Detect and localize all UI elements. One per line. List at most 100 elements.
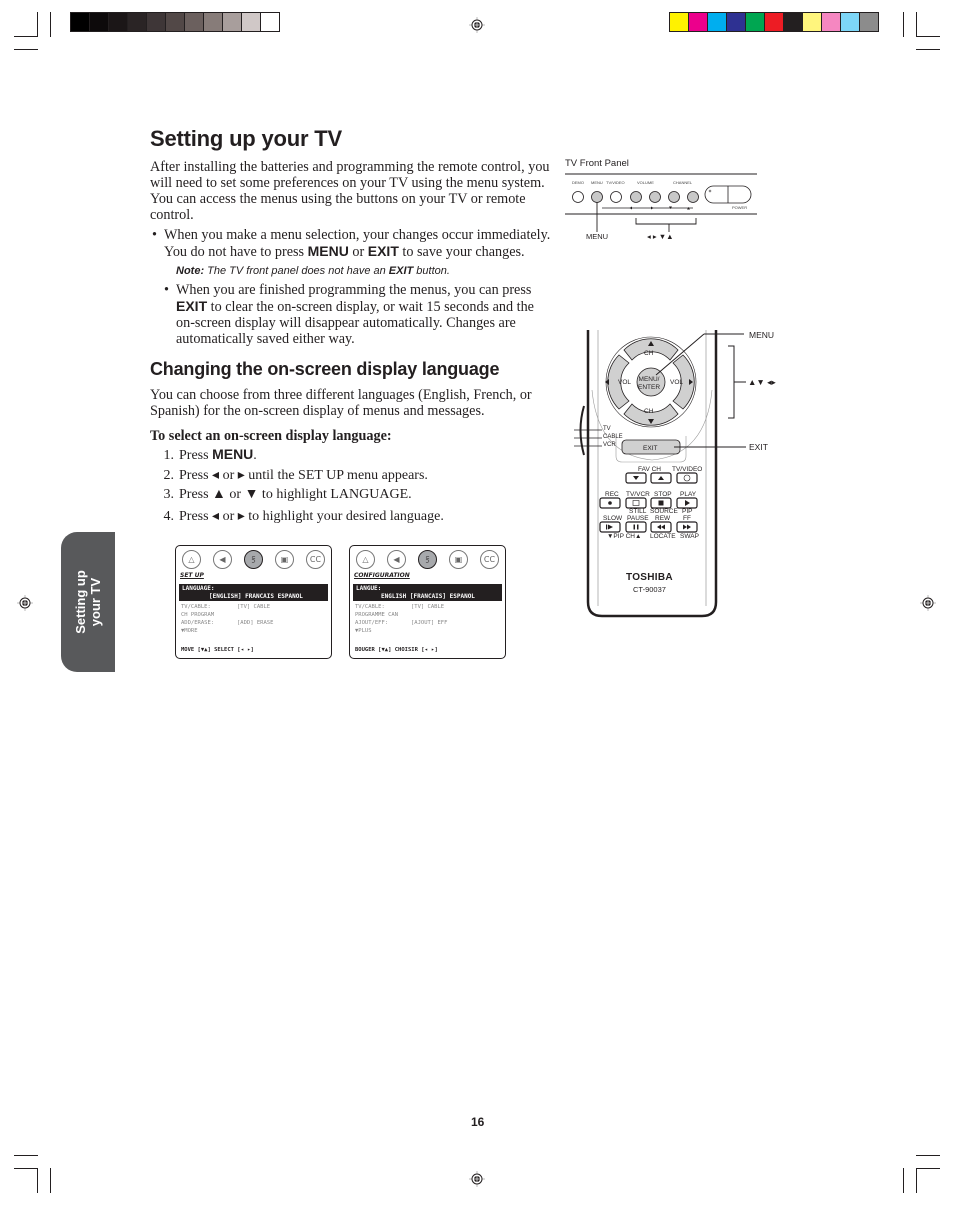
- front-panel-title: TV Front Panel: [565, 158, 629, 169]
- color-swatch: [223, 13, 242, 31]
- osd-row: ADD/ERASE: [ADD] ERASE: [181, 620, 274, 626]
- mode-tv-label: TV: [603, 426, 611, 432]
- color-swatch: [822, 13, 841, 31]
- crop-mark: [916, 1168, 940, 1169]
- source-label: SOURCE: [650, 508, 678, 515]
- tv-video-button: [610, 191, 622, 203]
- stop-label: STOP: [654, 491, 672, 498]
- registration-mark-icon: [920, 595, 936, 611]
- registration-mark-icon: [469, 17, 485, 33]
- osd-row: PROGRAMME CAN: [355, 612, 399, 618]
- color-swatch: [708, 13, 727, 31]
- remote-exit-callout: EXIT: [749, 442, 768, 452]
- swap-label: SWAP: [680, 533, 699, 540]
- osd-row: TV/CABLE: [TV] CABLE: [181, 604, 271, 610]
- ch-down-label: CH: [644, 408, 654, 415]
- ff-label: FF: [683, 515, 691, 522]
- color-swatch: [765, 13, 784, 31]
- rec-label: REC: [605, 491, 619, 498]
- osd-row: ▼PLUS: [355, 628, 372, 634]
- tv-video-label: TV/VIDEO: [606, 180, 625, 185]
- power-label: POWER: [732, 205, 748, 210]
- pip-ch-label: ▼PIP CH▲: [607, 533, 642, 540]
- slow-label: SLOW: [603, 515, 623, 522]
- crop-mark: [14, 49, 38, 50]
- color-swatch: [71, 13, 90, 31]
- vol-down-label: VOL: [618, 379, 632, 386]
- exit-key: EXIT: [367, 243, 399, 259]
- crop-mark: [50, 1168, 51, 1193]
- osd-row: ▼MORE: [181, 628, 198, 634]
- mode-cable-label: CABLE: [603, 434, 623, 440]
- step-3: 3. Press ▲ or ▼ to highlight LANGUAGE.: [163, 487, 412, 502]
- vol-up-label: VOL: [670, 379, 684, 386]
- osd-language-row: LANGUAGE: [ENGLISH] FRANCAIS ESPANOL: [179, 584, 328, 601]
- color-swatch: [727, 13, 746, 31]
- pip-label: PIP: [682, 508, 693, 515]
- bullet: •: [152, 227, 157, 243]
- osd-icon-row: △ ◀ ⫓ ▣ CC: [182, 550, 325, 569]
- color-swatch: [242, 13, 261, 31]
- pause-label: PAUSE: [627, 515, 649, 522]
- section-tab-label: Setting up your TV: [73, 570, 104, 634]
- color-swatch: [185, 13, 204, 31]
- fav-ch-label: FAV CH: [638, 466, 661, 473]
- crop-mark: [14, 1168, 38, 1169]
- section-intro: You can choose from three different lang…: [150, 387, 532, 419]
- osd-menu-title: SET UP: [180, 572, 204, 579]
- crop-mark: [14, 1155, 38, 1156]
- theater-icon: ▣: [449, 550, 468, 569]
- still-label: STILL: [629, 508, 647, 515]
- demo-label: DEMO: [572, 180, 584, 185]
- model-number: CT-90037: [633, 585, 666, 594]
- setup-icon: ⫓: [244, 550, 263, 569]
- osd-setup-english: △ ◀ ⫓ ▣ CC SET UP LANGUAGE: [ENGLISH] FR…: [175, 545, 332, 659]
- picture-icon: △: [356, 550, 375, 569]
- menu-enter-label: MENU/ENTER: [638, 376, 661, 391]
- front-panel-arrows-callout: ◂ ▸ ▼▲: [647, 232, 674, 241]
- osd-language-row: LANGUE: ENGLISH [FRANCAIS] ESPANOL: [353, 584, 502, 601]
- bullet: •: [164, 282, 169, 298]
- osd-setup-french: △ ◀ ⫓ ▣ CC CONFIGURATION LANGUE: ENGLISH…: [349, 545, 506, 659]
- color-swatch: [746, 13, 765, 31]
- crop-mark: [903, 12, 904, 37]
- tv-vcr-label: TV/VCR: [626, 491, 650, 498]
- color-swatch: [261, 13, 279, 31]
- remote-arrows-callout: ▲▼ ◂▸: [748, 377, 776, 387]
- crop-mark: [903, 1168, 904, 1193]
- color-swatch: [204, 13, 223, 31]
- color-swatch: [689, 13, 708, 31]
- intro-paragraph: After installing the batteries and progr…: [150, 159, 550, 223]
- step-1: 1. Press MENU.: [163, 446, 257, 463]
- audio-icon: ◀: [213, 550, 232, 569]
- crop-mark: [37, 1168, 38, 1193]
- exit-key: EXIT: [176, 298, 208, 314]
- color-swatch: [860, 13, 878, 31]
- color-swatch: [841, 13, 860, 31]
- page-number: 16: [471, 1115, 485, 1129]
- procedure-title: To select an on-screen display language:: [150, 428, 392, 444]
- cc-icon: CC: [480, 550, 499, 569]
- picture-icon: △: [182, 550, 201, 569]
- tv-video-label: TV/VIDEO: [672, 466, 703, 473]
- transport-row-2: [599, 521, 698, 533]
- color-swatch: [147, 13, 166, 31]
- osd-row: AJOUT/EFF: [AJOUT] EFF: [355, 620, 448, 626]
- step-4: 4. Press ◂ or ▸ to highlight your desired…: [163, 508, 444, 524]
- exit-button-label: EXIT: [643, 445, 658, 452]
- color-swatch: [90, 13, 109, 31]
- color-swatch: [670, 13, 689, 31]
- osd-icon-row: △ ◀ ⫓ ▣ CC: [356, 550, 499, 569]
- mode-vcr-label: VCR: [603, 442, 616, 448]
- volume-down-button: [630, 191, 642, 203]
- note: Note: The TV front panel does not have a…: [176, 265, 450, 277]
- crop-mark: [50, 12, 51, 37]
- menu-label: MENU: [591, 180, 603, 185]
- osd-footer: BOUGER [▼▲] CHOISIR [◂ ▸]: [355, 647, 438, 653]
- registration-mark-icon: [469, 1171, 485, 1187]
- crop-mark: [916, 1155, 940, 1156]
- color-swatch: [109, 13, 128, 31]
- menu-button: [591, 191, 603, 203]
- osd-menu-title: CONFIGURATION: [354, 572, 410, 579]
- locate-label: LOCATE: [650, 533, 676, 540]
